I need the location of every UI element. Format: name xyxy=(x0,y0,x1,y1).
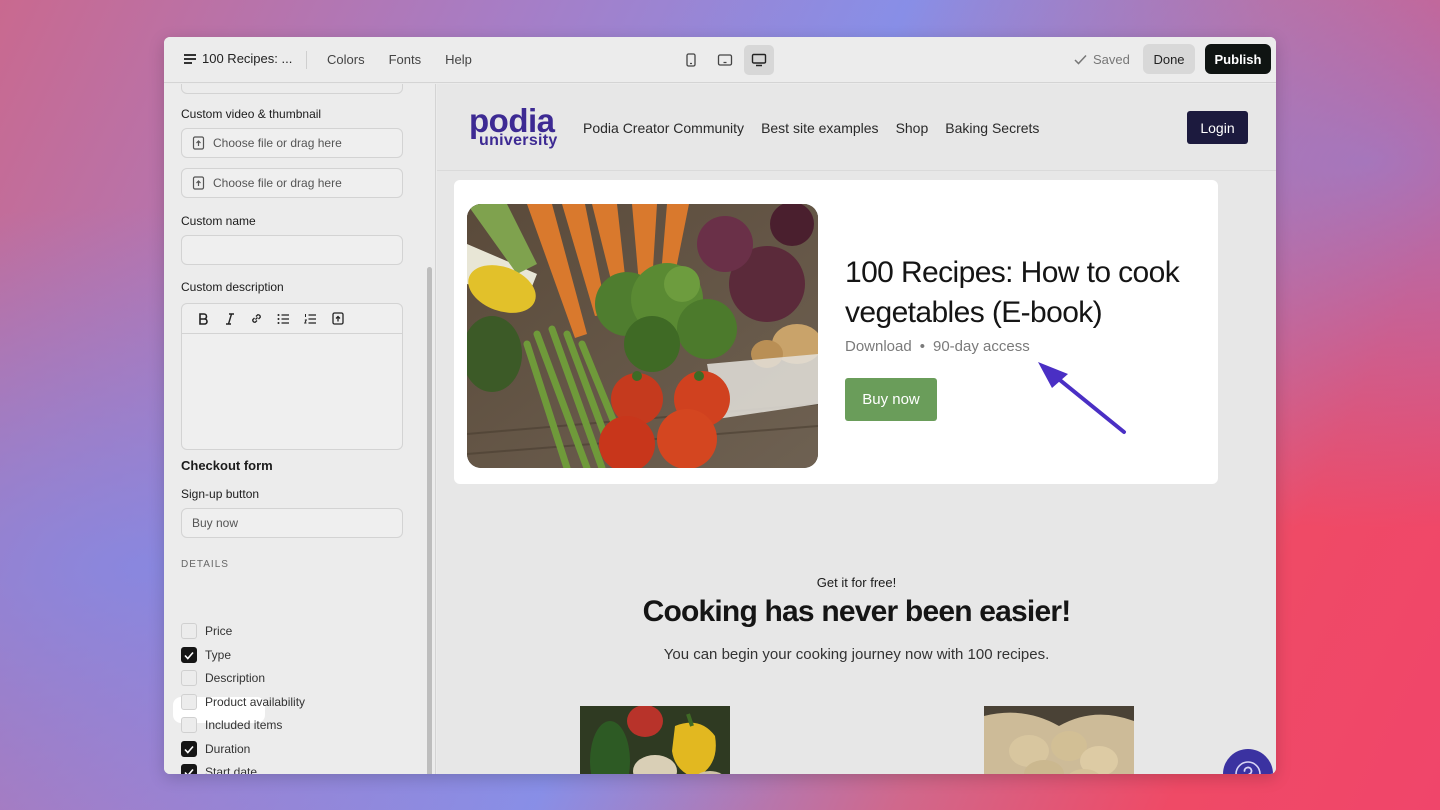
start-date-checkbox[interactable] xyxy=(181,764,197,774)
price-checkbox[interactable] xyxy=(181,623,197,639)
podia-university-logo[interactable]: podia university xyxy=(469,104,558,149)
meta-separator: • xyxy=(919,338,925,355)
numbered-list-icon[interactable] xyxy=(302,310,319,327)
signup-button-value: Buy now xyxy=(192,516,239,530)
saved-label: Saved xyxy=(1093,52,1130,67)
menu-button[interactable]: 100 Recipes: ... xyxy=(184,51,292,66)
product-duration: 90-day access xyxy=(932,338,1030,355)
detail-price[interactable]: Price xyxy=(181,622,232,640)
save-status: Saved xyxy=(1074,52,1130,67)
description-checkbox[interactable] xyxy=(181,670,197,686)
custom-name-input[interactable] xyxy=(181,235,403,265)
done-button[interactable]: Done xyxy=(1143,44,1195,74)
product-meta: Download • 90-day access xyxy=(845,338,1030,355)
help-menu[interactable]: Help xyxy=(445,52,472,67)
product-availability-label: Product availability xyxy=(205,695,306,709)
section-subline: You can begin your cooking journey now w… xyxy=(663,646,1050,663)
upload-icon[interactable] xyxy=(329,310,346,327)
buy-now-button[interactable]: Buy now xyxy=(845,378,937,421)
signup-button-label: Sign-up button xyxy=(181,487,260,501)
duration-label: Duration xyxy=(205,742,251,756)
login-button[interactable]: Login xyxy=(1187,111,1248,144)
detail-type[interactable]: Type xyxy=(181,646,231,664)
mobile-device-icon xyxy=(686,53,696,67)
custom-name-label: Custom name xyxy=(181,214,256,228)
upload-file-icon xyxy=(192,136,205,150)
toolbar-menu: Colors Fonts Help xyxy=(327,52,472,67)
product-availability-checkbox[interactable] xyxy=(181,694,197,710)
publish-button[interactable]: Publish xyxy=(1205,44,1271,74)
signup-button-input[interactable]: Buy now xyxy=(181,508,403,538)
detail-included-items[interactable]: Included items xyxy=(181,716,282,734)
check-icon xyxy=(184,651,194,660)
bullet-list-icon[interactable] xyxy=(275,310,292,327)
nav-link-baking[interactable]: Baking Secrets xyxy=(945,120,1039,136)
link-icon[interactable] xyxy=(248,310,265,327)
mobile-preview-button[interactable] xyxy=(676,45,706,75)
menu-icon xyxy=(184,53,196,64)
thumbnail-upload-field[interactable]: Choose file or drag here xyxy=(181,168,403,198)
peppers-image xyxy=(580,706,730,774)
details-heading: DETAILS xyxy=(181,559,229,570)
nav-link-community[interactable]: Podia Creator Community xyxy=(583,120,744,136)
product-card: 100 Recipes: How to cook vegetables (E-b… xyxy=(454,180,1218,484)
detail-description[interactable]: Description xyxy=(181,669,265,687)
potatoes-image xyxy=(984,706,1134,774)
video-upload-placeholder: Choose file or drag here xyxy=(213,136,342,150)
start-date-label: Start date xyxy=(205,765,258,774)
check-icon xyxy=(184,745,194,754)
clipped-field[interactable] xyxy=(181,84,403,94)
editor-toolbar-row xyxy=(182,304,402,334)
colors-menu[interactable]: Colors xyxy=(327,52,365,67)
duration-checkbox[interactable] xyxy=(181,741,197,757)
checkout-form-title: Checkout form xyxy=(181,458,273,473)
document-title: 100 Recipes: ... xyxy=(202,51,293,66)
video-upload-field[interactable]: Choose file or drag here xyxy=(181,128,403,158)
checkmark-icon xyxy=(1074,54,1087,65)
annotation-arrow-icon xyxy=(1038,362,1126,434)
section-headline: Cooking has never been easier! xyxy=(642,595,1072,628)
help-button[interactable] xyxy=(1223,749,1273,774)
editor-window: 100 Recipes: ... Colors Fonts Help Saved… xyxy=(164,37,1276,774)
device-switcher xyxy=(676,45,774,75)
custom-video-label: Custom video & thumbnail xyxy=(181,107,322,121)
site-header: podia university Podia Creator Community… xyxy=(437,84,1276,171)
detail-start-date[interactable]: Start date xyxy=(181,763,257,774)
toolbar-divider xyxy=(306,51,307,69)
nav-link-examples[interactable]: Best site examples xyxy=(761,120,879,136)
description-label: Description xyxy=(205,671,266,685)
sidebar-scrollbar[interactable] xyxy=(427,267,432,774)
included-items-checkbox[interactable] xyxy=(181,717,197,733)
price-label: Price xyxy=(205,624,233,638)
check-icon xyxy=(184,768,194,774)
bold-icon[interactable] xyxy=(194,310,211,327)
question-icon xyxy=(1235,761,1261,774)
site-preview: podia university Podia Creator Community… xyxy=(437,84,1276,774)
desktop-device-icon xyxy=(751,53,767,67)
detail-product-availability[interactable]: Product availability xyxy=(181,693,305,711)
product-title: 100 Recipes: How to cook vegetables (E-b… xyxy=(845,256,1180,329)
logo-line-2: university xyxy=(479,132,558,149)
thumbnail-upload-placeholder: Choose file or drag here xyxy=(213,176,342,190)
tablet-device-icon xyxy=(717,54,733,66)
type-checkbox[interactable] xyxy=(181,647,197,663)
detail-duration[interactable]: Duration xyxy=(181,740,250,758)
settings-sidebar: Custom video & thumbnail Choose file or … xyxy=(164,84,436,774)
tablet-preview-button[interactable] xyxy=(710,45,740,75)
custom-description-label: Custom description xyxy=(181,280,284,294)
site-nav: Podia Creator Community Best site exampl… xyxy=(583,120,1039,136)
included-items-label: Included items xyxy=(205,718,283,732)
vegetables-image xyxy=(467,204,818,468)
italic-icon[interactable] xyxy=(221,310,238,327)
fonts-menu[interactable]: Fonts xyxy=(389,52,422,67)
editor-toolbar: 100 Recipes: ... Colors Fonts Help Saved… xyxy=(164,37,1276,83)
free-label: Get it for free! xyxy=(816,575,897,590)
product-type: Download xyxy=(845,338,912,355)
nav-link-shop[interactable]: Shop xyxy=(896,120,929,136)
upload-file-icon xyxy=(192,176,205,190)
type-label: Type xyxy=(205,648,232,662)
description-editor[interactable] xyxy=(181,303,403,450)
desktop-preview-button[interactable] xyxy=(744,45,774,75)
